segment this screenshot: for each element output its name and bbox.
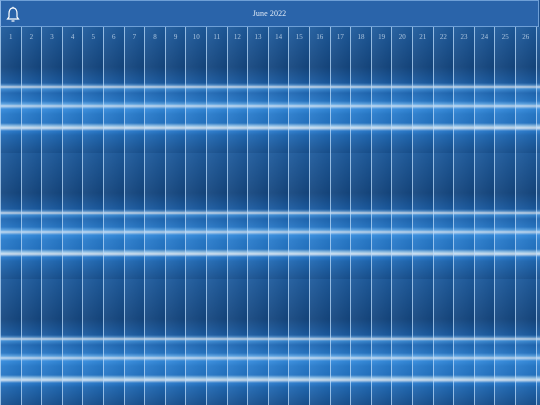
- day-column[interactable]: 2: [20, 27, 42, 405]
- day-column[interactable]: 13: [247, 27, 268, 405]
- month-title: June 2022: [252, 9, 287, 18]
- day-column[interactable]: 20: [391, 27, 412, 405]
- day-column[interactable]: 10: [185, 27, 206, 405]
- day-number: 9: [173, 33, 178, 41]
- day-number: 19: [378, 33, 386, 41]
- day-number: 1: [9, 33, 13, 41]
- day-column[interactable]: 17: [329, 27, 351, 405]
- day-number: 16: [316, 33, 324, 41]
- day-number: 2: [29, 33, 34, 41]
- day-number: 21: [419, 33, 427, 41]
- day-number: 26: [522, 33, 530, 41]
- day-number: 4: [70, 33, 75, 41]
- day-column[interactable]: 14: [267, 27, 289, 405]
- day-column[interactable]: 11: [206, 27, 227, 405]
- day-column[interactable]: 1: [0, 27, 21, 405]
- day-column[interactable]: 9: [164, 27, 186, 405]
- day-number: 10: [192, 33, 200, 41]
- day-number: 24: [481, 33, 489, 41]
- day-number: 18: [357, 33, 365, 41]
- day-column[interactable]: 24: [473, 27, 495, 405]
- day-strip: 1 2 3 4 5 6 7 8 9 10 11 12 13 14 15 16 17 18 19 20 21 22 23 24 2…: [0, 27, 540, 405]
- day-column[interactable]: 23: [453, 27, 474, 405]
- day-column[interactable]: 21: [412, 27, 433, 405]
- day-column[interactable]: 8: [144, 27, 165, 405]
- bell-icon[interactable]: [5, 6, 21, 23]
- day-column[interactable]: 3: [41, 27, 62, 405]
- day-column[interactable]: 26: [515, 27, 536, 405]
- day-number: 3: [50, 33, 54, 41]
- day-column[interactable]: 25: [494, 27, 515, 405]
- day-number: 5: [91, 33, 95, 41]
- day-number: 12: [233, 33, 241, 41]
- day-column[interactable]: 4: [61, 27, 83, 405]
- day-column[interactable]: 27: [535, 27, 540, 405]
- day-number: 11: [213, 33, 221, 41]
- day-column[interactable]: 15: [288, 27, 309, 405]
- day-column[interactable]: 19: [370, 27, 392, 405]
- day-number: 14: [275, 33, 283, 41]
- calendar-header: June 2022: [0, 0, 539, 27]
- day-column[interactable]: 16: [309, 27, 330, 405]
- day-column[interactable]: 6: [103, 27, 124, 405]
- day-column[interactable]: 12: [226, 27, 248, 405]
- day-number: 25: [501, 33, 509, 41]
- day-number: 17: [336, 33, 344, 41]
- day-column[interactable]: 18: [350, 27, 371, 405]
- day-number: 8: [153, 33, 157, 41]
- day-number: 13: [254, 33, 262, 41]
- day-column[interactable]: 7: [123, 27, 145, 405]
- day-column[interactable]: 5: [82, 27, 103, 405]
- day-number: 22: [439, 33, 447, 41]
- day-number: 15: [295, 33, 303, 41]
- day-number: 20: [398, 33, 406, 41]
- day-column[interactable]: 22: [432, 27, 454, 405]
- day-number: 23: [460, 33, 468, 41]
- day-number: 7: [132, 33, 137, 41]
- day-number: 27: [537, 33, 540, 41]
- calendar-app: June 2022 1 2 3 4 5 6 7 8 9 10 11 12 13 14 15 16 17 18 19 2…: [0, 0, 540, 405]
- day-number: 6: [112, 33, 116, 41]
